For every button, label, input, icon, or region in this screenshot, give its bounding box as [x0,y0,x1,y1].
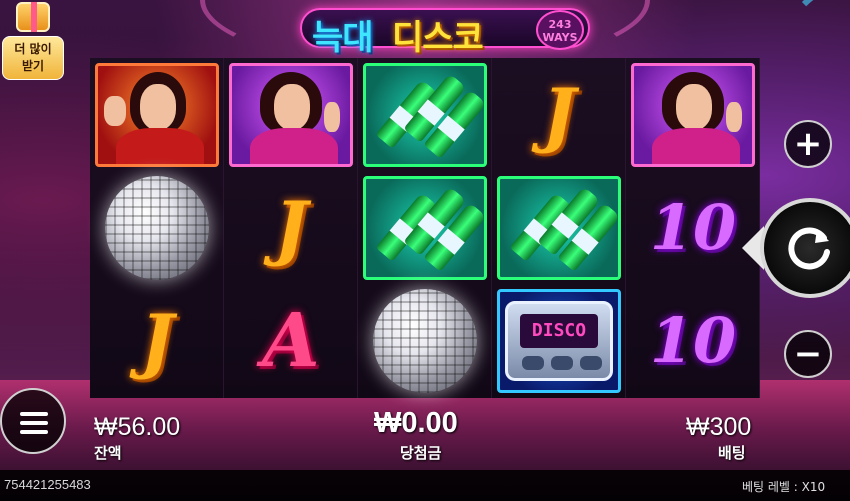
more-rewards-label: 더 많이 받기 [2,36,64,80]
reel-symbol: DISCO [492,284,626,397]
face-shape [676,83,712,130]
reel-symbol: 10 [626,284,760,397]
win-amount: ₩0.00 [374,407,458,439]
reel-4: J DISCO [492,58,626,398]
reel-symbol [358,284,492,397]
bet-level-value: X10 [801,480,826,494]
pager-shape: DISCO [505,300,613,381]
raised-hand-shape [104,95,126,126]
game-logo: 늑대 디스코 243 WAYS [300,2,590,58]
reel-symbol [492,171,626,284]
pointing-hand-shape [324,101,340,132]
spin-button[interactable] [760,198,850,298]
letter-j-symbol: J [140,298,174,382]
decrease-bet-button[interactable]: − [784,330,832,378]
pager-screen-text: DISCO [520,313,598,348]
balance-amount: ₩56.00 [94,413,181,441]
man-symbol-icon [95,62,219,167]
round-id: 754421255483 [4,477,91,492]
reel-symbol [90,171,224,284]
menu-button[interactable] [0,388,66,454]
letter-j-symbol: J [274,185,308,269]
spin-control [742,196,850,300]
reel-5: 10 10 [626,58,760,398]
reel-grid: J J A J DISCO 10 10 [90,58,760,398]
number-10-symbol: 10 [649,190,737,264]
number-10-symbol: 10 [649,303,737,377]
reel-symbol [224,58,358,171]
disco-ball-icon [373,288,477,393]
bottles-symbol-icon [363,62,487,167]
more-rewards-line2: 받기 [21,59,45,73]
ways-number: 243 [548,18,572,31]
more-rewards-button[interactable]: 더 많이 받기 [2,0,64,84]
face-shape [274,83,310,130]
minus-icon: − [793,334,823,374]
logo-text-left: 늑대 [312,18,374,58]
ways-badge: 243 WAYS [536,10,584,50]
bet-amount[interactable]: ₩300 [686,413,751,442]
balance-label: 잔액 [94,444,122,462]
letter-j-symbol: J [542,72,576,156]
reel-symbol [626,58,760,171]
reel-symbol: A [224,284,358,397]
reel-symbol [358,58,492,171]
pink-outfit-shape [652,127,740,164]
reel-2: J A [224,58,358,398]
reel-3 [358,58,492,398]
reel-1: J [90,58,224,398]
pager-symbol-icon: DISCO [497,288,621,393]
increase-bet-button[interactable]: + [784,120,832,168]
plus-icon: + [793,124,823,164]
bottles-symbol-icon [363,175,487,280]
reel-symbol [90,58,224,171]
bottles-symbol-icon [497,175,621,280]
reel-symbol: 10 [626,171,760,284]
bet-level-label: 베팅 레벨 : [742,480,798,494]
refresh-icon [788,227,830,270]
reel-symbol [358,171,492,284]
gift-box-icon [16,2,50,32]
bottom-bar [0,470,850,501]
game-stage: 늑대 디스코 243 WAYS 더 많이 받기 J J A J DISCO 10… [0,0,850,501]
disco-ball-icon [105,175,209,280]
red-jacket-shape [116,127,204,164]
reel-symbol: J [90,284,224,397]
pointing-hand-shape [726,101,742,132]
letter-a-symbol: A [262,297,320,384]
logo-text-right: 디스코 [392,18,484,58]
woman-symbol-icon [631,62,755,167]
reel-symbol: J [492,58,626,171]
woman-symbol-icon [229,62,353,167]
more-rewards-line1: 더 많이 [14,42,52,56]
win-label: 당첨금 [400,444,442,462]
pink-outfit-shape [250,127,338,164]
ways-label: WAYS [542,31,578,44]
face-shape [140,83,176,130]
bet-label: 배팅 [718,444,746,462]
reel-symbol: J [224,171,358,284]
bet-level: 베팅 레벨 : X10 [742,478,825,495]
